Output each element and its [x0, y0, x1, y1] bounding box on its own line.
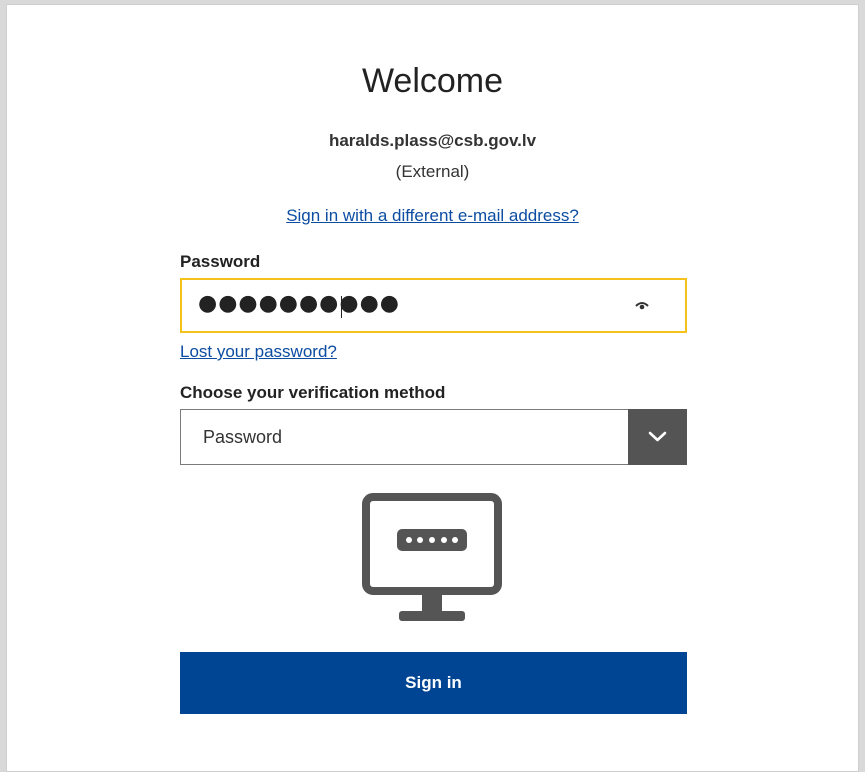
- monitor-password-icon: [362, 493, 502, 621]
- password-input[interactable]: ●●●●●●●●●●: [198, 291, 618, 321]
- verification-method-select[interactable]: Password: [180, 409, 687, 465]
- dropdown-button[interactable]: [628, 409, 687, 465]
- text-caret: [341, 296, 342, 318]
- selected-method: Password: [203, 427, 283, 447]
- account-type: (External): [395, 162, 470, 181]
- sign-in-button[interactable]: Sign in: [180, 652, 687, 714]
- chevron-down-icon: [648, 431, 667, 442]
- lost-password-link[interactable]: Lost your password?: [180, 342, 337, 362]
- password-field[interactable]: ●●●●●●●●●●: [180, 278, 687, 333]
- user-email: haralds.plass@csb.gov.lv: [328, 131, 537, 150]
- password-label: Password: [180, 252, 261, 271]
- verification-method-label: Choose your verification method: [180, 383, 446, 402]
- eye-icon[interactable]: [635, 300, 649, 312]
- different-email-link[interactable]: Sign in with a different e-mail address?: [0, 206, 865, 226]
- page-title: Welcome: [361, 62, 504, 100]
